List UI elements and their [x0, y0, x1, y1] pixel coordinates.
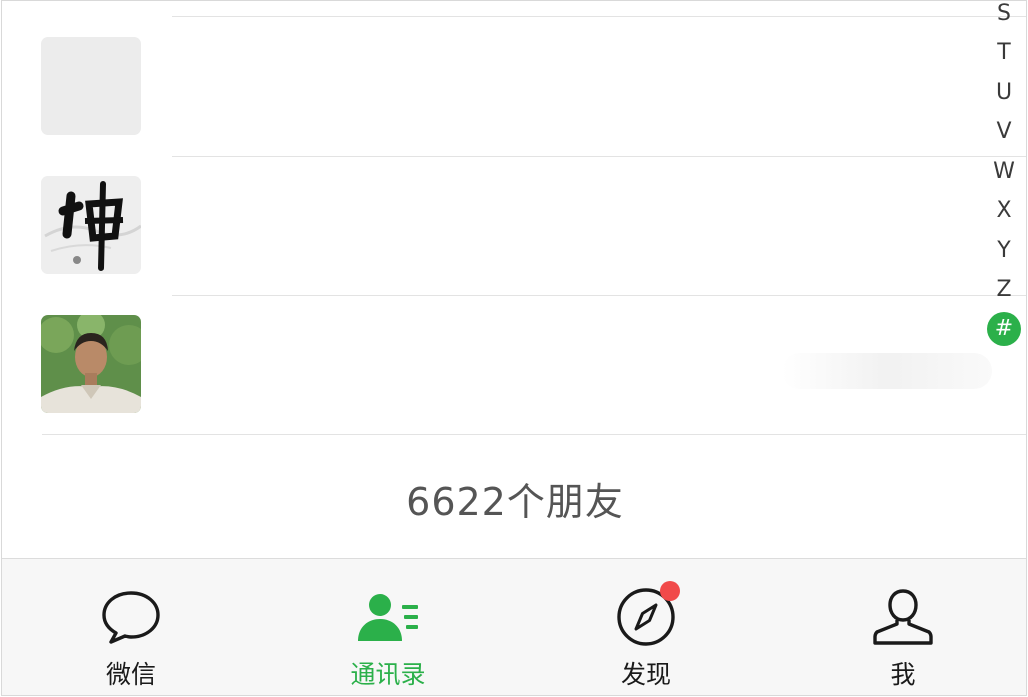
tab-discover-label: 发现: [620, 660, 671, 689]
list-end-divider: [42, 434, 1026, 435]
contact-row[interactable]: [2, 17, 982, 156]
tab-contacts[interactable]: 通讯录: [298, 559, 478, 695]
index-letter-z[interactable]: Z: [986, 277, 1022, 303]
tab-chats-label: 微信: [105, 660, 156, 689]
contacts-icon: [358, 594, 418, 641]
index-letter-x[interactable]: X: [986, 198, 1022, 224]
bottom-tab-bar: 微信 通讯录 发现 我: [2, 558, 1026, 695]
index-letter-v[interactable]: V: [986, 119, 1022, 145]
index-letter-hash[interactable]: #: [986, 316, 1022, 342]
calligraphy-fo-icon: [41, 176, 141, 274]
chat-bubble-icon: [102, 591, 160, 644]
man-photo-icon: [41, 315, 141, 413]
person-icon: [873, 589, 933, 645]
index-letter-t[interactable]: T: [986, 40, 1022, 66]
tab-discover[interactable]: 发现: [556, 559, 736, 695]
index-letter-u[interactable]: U: [986, 80, 1022, 106]
index-letter-s[interactable]: S: [986, 1, 1022, 27]
tab-contacts-label: 通讯录: [350, 660, 426, 689]
blurred-region: [782, 353, 992, 389]
index-letter-y[interactable]: Y: [986, 238, 1022, 264]
calligraphy-avatar: [41, 176, 141, 274]
tab-me[interactable]: 我: [813, 559, 993, 695]
tab-chats[interactable]: 微信: [41, 559, 221, 695]
contacts-screen: S T U V W X Y Z # 6622个朋友 微信 通讯录 发现 我: [1, 0, 1027, 696]
tab-me-label: 我: [890, 660, 916, 689]
man-photo-avatar: [41, 315, 141, 413]
contact-row[interactable]: [2, 156, 982, 295]
placeholder-avatar: [41, 37, 141, 135]
index-letter-w[interactable]: W: [986, 159, 1022, 185]
badge-dot: [660, 581, 680, 601]
friend-count-label: 6622个朋友: [406, 480, 624, 524]
